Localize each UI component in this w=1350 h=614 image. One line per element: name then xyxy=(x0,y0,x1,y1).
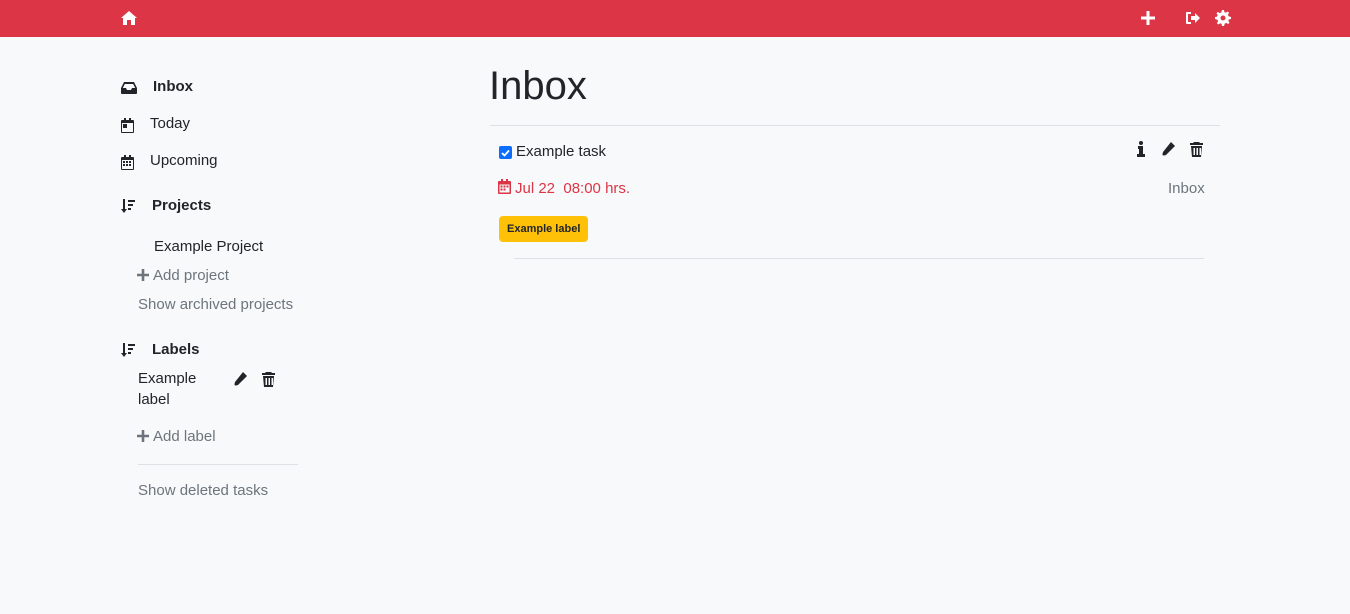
labels-heading: Labels xyxy=(152,341,200,358)
sidebar-divider xyxy=(138,464,298,465)
sidebar-label-item[interactable]: label xyxy=(138,391,170,408)
calendar-week-icon xyxy=(121,154,134,170)
sidebar-item-today[interactable] xyxy=(121,116,134,134)
task-due-date: Jul 22 08:00 hrs. xyxy=(515,180,631,197)
home-icon[interactable] xyxy=(120,9,138,27)
plus-icon[interactable] xyxy=(136,429,150,443)
title-divider xyxy=(490,125,1220,126)
sidebar-item-label[interactable]: Inbox xyxy=(153,78,193,95)
add-project-link[interactable]: Add project xyxy=(153,267,229,284)
add-label-link[interactable]: Add label xyxy=(153,428,216,445)
gear-icon[interactable] xyxy=(1214,9,1232,27)
projects-heading: Projects xyxy=(152,197,212,214)
sidebar xyxy=(94,60,472,614)
sidebar-item-upcoming[interactable] xyxy=(121,153,134,171)
task-checkbox[interactable] xyxy=(499,146,512,159)
calendar-icon xyxy=(497,178,511,194)
show-deleted-tasks-link[interactable]: Show deleted tasks xyxy=(138,482,268,499)
top-navbar xyxy=(0,0,1350,37)
info-icon[interactable] xyxy=(1132,140,1150,158)
pencil-icon[interactable] xyxy=(230,370,248,388)
pencil-icon[interactable] xyxy=(1158,140,1176,158)
plus-icon[interactable] xyxy=(136,268,150,282)
task-divider xyxy=(514,258,1204,259)
inbox-icon xyxy=(121,82,137,94)
sort-icon[interactable] xyxy=(119,341,137,359)
sign-out-icon[interactable] xyxy=(1184,9,1202,27)
sidebar-project-item[interactable]: Example Project xyxy=(154,238,263,255)
sidebar-item-label[interactable]: Today xyxy=(150,115,190,132)
sidebar-item-label[interactable]: Upcoming xyxy=(150,152,218,169)
trash-icon[interactable] xyxy=(1187,140,1205,158)
sidebar-item-inbox[interactable] xyxy=(121,78,137,98)
calendar-day-icon xyxy=(121,117,134,133)
task-label-badge[interactable]: Example label xyxy=(499,216,589,242)
sidebar-label-item[interactable]: Example xyxy=(138,370,196,387)
task-project[interactable]: Inbox xyxy=(1168,180,1205,197)
plus-icon[interactable] xyxy=(1139,9,1157,27)
page-title: Inbox xyxy=(489,64,587,108)
show-archived-projects-link[interactable]: Show archived projects xyxy=(138,296,293,313)
sort-icon[interactable] xyxy=(119,197,137,215)
trash-icon[interactable] xyxy=(259,370,277,388)
task-title[interactable]: Example task xyxy=(516,143,606,160)
